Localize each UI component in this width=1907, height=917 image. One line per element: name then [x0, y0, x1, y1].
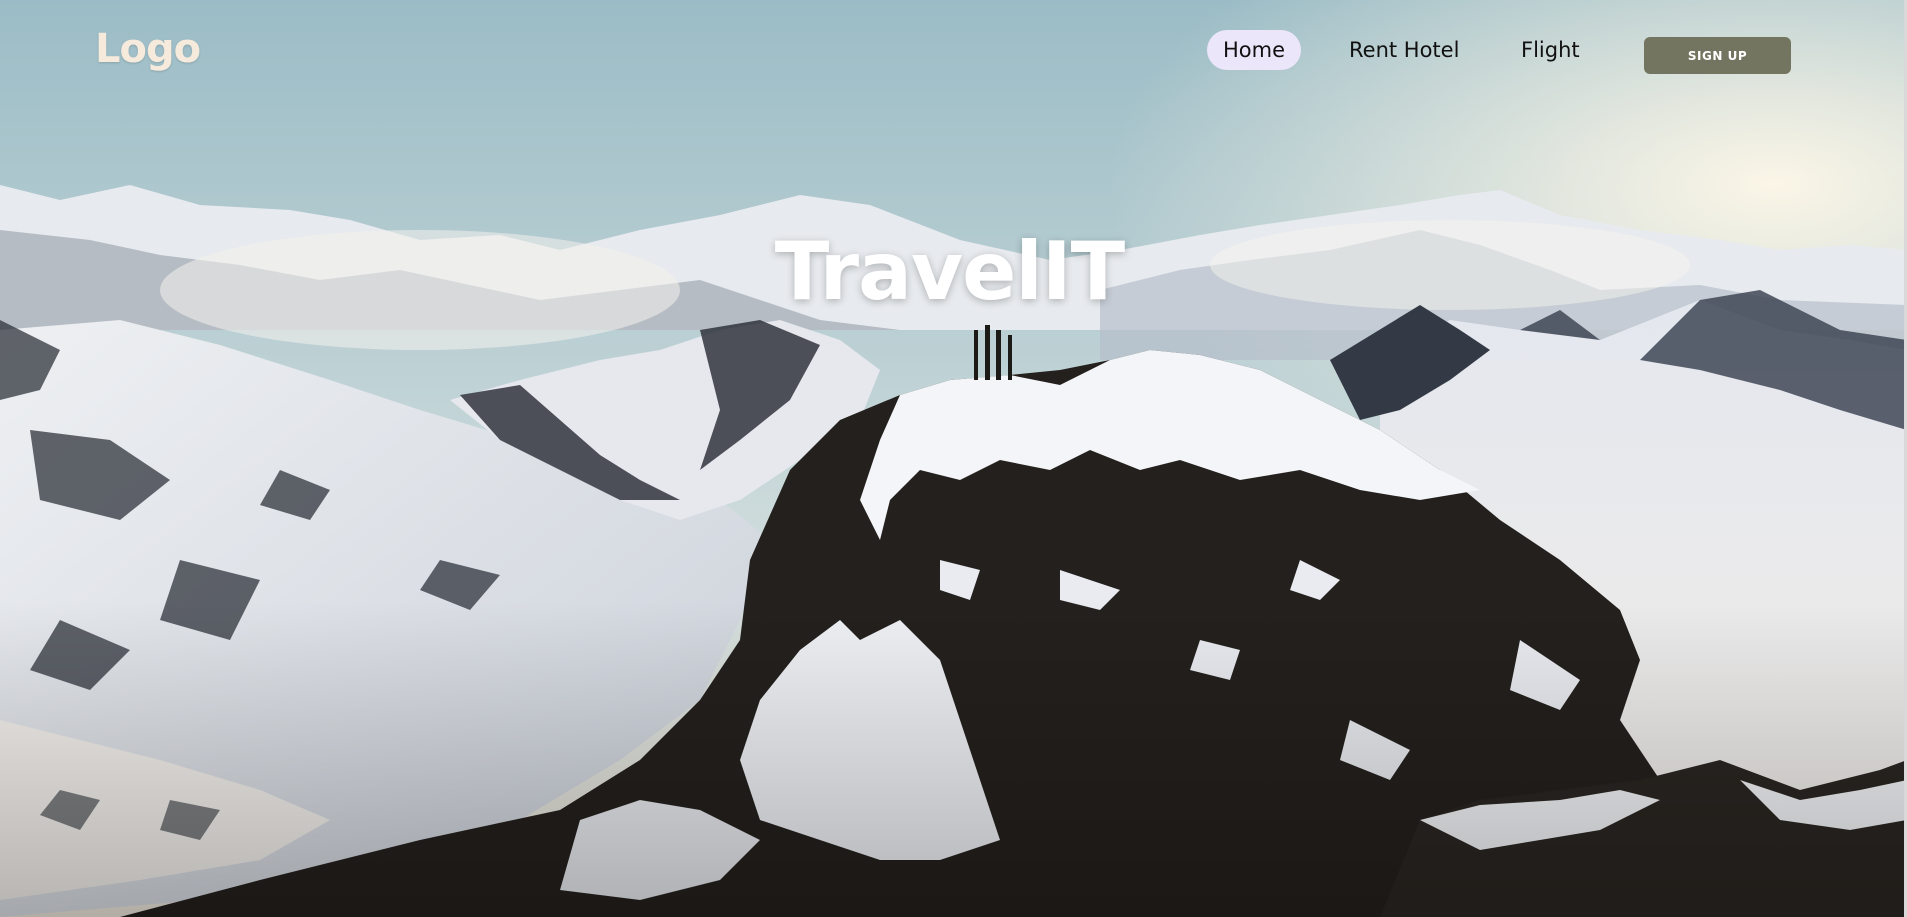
hero-title: TravelIT [774, 225, 1125, 318]
nav-home[interactable]: Home [1207, 30, 1302, 70]
logo[interactable]: Logo [95, 26, 201, 72]
nav-flight[interactable]: Flight [1521, 30, 1580, 70]
hero-background [0, 0, 1907, 917]
nav-rent-hotel[interactable]: Rent Hotel [1349, 30, 1459, 70]
mountain-landscape-image [0, 0, 1907, 917]
sign-up-button[interactable]: SIGN UP [1644, 37, 1791, 74]
